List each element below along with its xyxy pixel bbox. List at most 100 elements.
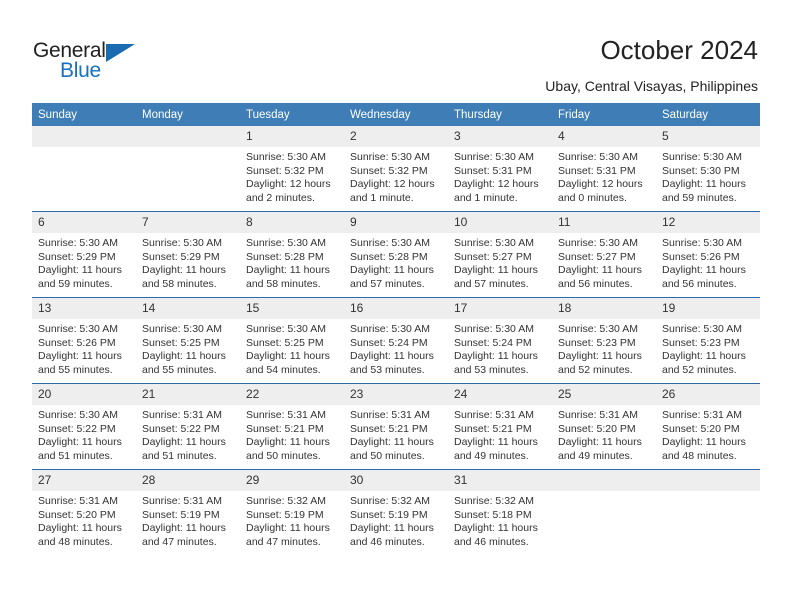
calendar-day-cell[interactable]: 31 Sunrise: 5:32 AM Sunset: 5:18 PM Dayligh… — [448, 469, 552, 555]
calendar-day-cell[interactable]: 6 Sunrise: 5:30 AM Sunset: 5:29 PM Daylight… — [32, 211, 136, 298]
day-details: Sunrise: 5:30 AM Sunset: 5:31 PM Daylight:… — [552, 147, 656, 205]
calendar-page: General Blue October 2024 Ubay, Central … — [0, 0, 792, 612]
calendar-day-cell[interactable]: 24 Sunrise: 5:31 AM Sunset: 5:21 PM Dayligh… — [448, 383, 552, 470]
calendar-day-cell[interactable]: 5 Sunrise: 5:30 AM Sunset: 5:30 PM Daylight… — [656, 126, 760, 212]
calendar-day-cell[interactable]: 10 Sunrise: 5:30 AM Sunset: 5:27 PM Dayligh… — [448, 211, 552, 298]
calendar-empty-cell — [136, 126, 240, 212]
sunrise-text: Sunrise: 5:30 AM — [454, 237, 534, 249]
day-details: Sunrise: 5:31 AM Sunset: 5:21 PM Daylight:… — [240, 405, 344, 463]
day-number: 15 — [240, 298, 344, 319]
weekday-header-wednesday: Wednesday — [344, 103, 448, 126]
calendar-day-cell[interactable]: 16 Sunrise: 5:30 AM Sunset: 5:24 PM Dayligh… — [344, 297, 448, 384]
sunset-text: Sunset: 5:29 PM — [38, 250, 116, 263]
day-number: 28 — [136, 470, 240, 491]
weekday-header-monday: Monday — [136, 103, 240, 126]
daylight-text: Daylight: 12 hours and 1 minute. — [350, 178, 435, 204]
sunrise-text: Sunrise: 5:30 AM — [662, 237, 742, 249]
sunset-text: Sunset: 5:31 PM — [454, 164, 532, 177]
calendar-day-cell[interactable]: 21 Sunrise: 5:31 AM Sunset: 5:22 PM Dayligh… — [136, 383, 240, 470]
calendar-day-cell[interactable]: 9 Sunrise: 5:30 AM Sunset: 5:28 PM Daylight… — [344, 211, 448, 298]
calendar-day-cell[interactable]: 26 Sunrise: 5:31 AM Sunset: 5:20 PM Dayligh… — [656, 383, 760, 470]
calendar-day-cell[interactable]: 28 Sunrise: 5:31 AM Sunset: 5:19 PM Dayligh… — [136, 469, 240, 555]
sunrise-text: Sunrise: 5:30 AM — [454, 323, 534, 335]
day-details: Sunrise: 5:30 AM Sunset: 5:25 PM Daylight:… — [136, 319, 240, 377]
sunrise-text: Sunrise: 5:31 AM — [454, 409, 534, 421]
daylight-text: Daylight: 11 hours and 52 minutes. — [662, 350, 746, 376]
calendar-week-row: 20 Sunrise: 5:30 AM Sunset: 5:22 PM Dayligh… — [32, 383, 760, 470]
sunrise-text: Sunrise: 5:31 AM — [350, 409, 430, 421]
sunrise-text: Sunrise: 5:30 AM — [38, 409, 118, 421]
day-number: 29 — [240, 470, 344, 491]
day-details: Sunrise: 5:31 AM Sunset: 5:20 PM Daylight:… — [552, 405, 656, 463]
daylight-text: Daylight: 11 hours and 56 minutes. — [662, 264, 746, 290]
calendar-body: 1 Sunrise: 5:30 AM Sunset: 5:32 PM Daylight… — [32, 126, 760, 555]
sunset-text: Sunset: 5:27 PM — [454, 250, 532, 263]
calendar-day-cell[interactable]: 27 Sunrise: 5:31 AM Sunset: 5:20 PM Dayligh… — [32, 469, 136, 555]
page-subtitle: Ubay, Central Visayas, Philippines — [545, 78, 758, 94]
daylight-text: Daylight: 11 hours and 50 minutes. — [350, 436, 434, 462]
sunset-text: Sunset: 5:21 PM — [246, 422, 324, 435]
day-details: Sunrise: 5:31 AM Sunset: 5:22 PM Daylight:… — [136, 405, 240, 463]
sunrise-text: Sunrise: 5:30 AM — [38, 237, 118, 249]
calendar-day-cell[interactable]: 11 Sunrise: 5:30 AM Sunset: 5:27 PM Dayligh… — [552, 211, 656, 298]
day-details: Sunrise: 5:30 AM Sunset: 5:22 PM Daylight:… — [32, 405, 136, 463]
sunset-text: Sunset: 5:26 PM — [38, 336, 116, 349]
calendar-day-cell[interactable]: 30 Sunrise: 5:32 AM Sunset: 5:19 PM Dayligh… — [344, 469, 448, 555]
calendar-day-cell[interactable]: 17 Sunrise: 5:30 AM Sunset: 5:24 PM Dayligh… — [448, 297, 552, 384]
calendar-day-cell[interactable]: 13 Sunrise: 5:30 AM Sunset: 5:26 PM Dayligh… — [32, 297, 136, 384]
daylight-text: Daylight: 11 hours and 58 minutes. — [246, 264, 330, 290]
calendar-day-cell[interactable]: 22 Sunrise: 5:31 AM Sunset: 5:21 PM Dayligh… — [240, 383, 344, 470]
sunrise-text: Sunrise: 5:32 AM — [454, 495, 534, 507]
day-details: Sunrise: 5:30 AM Sunset: 5:26 PM Daylight:… — [32, 319, 136, 377]
sunset-text: Sunset: 5:31 PM — [558, 164, 636, 177]
calendar-day-cell[interactable]: 14 Sunrise: 5:30 AM Sunset: 5:25 PM Dayligh… — [136, 297, 240, 384]
day-details: Sunrise: 5:32 AM Sunset: 5:19 PM Daylight:… — [240, 491, 344, 549]
calendar-day-cell[interactable]: 2 Sunrise: 5:30 AM Sunset: 5:32 PM Daylight… — [344, 126, 448, 212]
page-header: General Blue October 2024 Ubay, Central … — [0, 0, 792, 100]
calendar-day-cell[interactable]: 1 Sunrise: 5:30 AM Sunset: 5:32 PM Daylight… — [240, 126, 344, 212]
day-number: 21 — [136, 384, 240, 405]
day-number — [656, 470, 760, 491]
day-number: 3 — [448, 126, 552, 147]
day-number: 17 — [448, 298, 552, 319]
calendar-day-cell[interactable]: 4 Sunrise: 5:30 AM Sunset: 5:31 PM Daylight… — [552, 126, 656, 212]
calendar-header-row: Sunday Monday Tuesday Wednesday Thursday… — [32, 103, 760, 126]
sunrise-text: Sunrise: 5:32 AM — [350, 495, 430, 507]
calendar-day-cell[interactable]: 18 Sunrise: 5:30 AM Sunset: 5:23 PM Dayligh… — [552, 297, 656, 384]
calendar-day-cell[interactable]: 23 Sunrise: 5:31 AM Sunset: 5:21 PM Dayligh… — [344, 383, 448, 470]
daylight-text: Daylight: 11 hours and 59 minutes. — [38, 264, 122, 290]
day-number: 10 — [448, 212, 552, 233]
day-number: 4 — [552, 126, 656, 147]
daylight-text: Daylight: 11 hours and 49 minutes. — [454, 436, 538, 462]
day-details: Sunrise: 5:31 AM Sunset: 5:21 PM Daylight:… — [448, 405, 552, 463]
sunset-text: Sunset: 5:21 PM — [454, 422, 532, 435]
weekday-header-thursday: Thursday — [448, 103, 552, 126]
day-number: 24 — [448, 384, 552, 405]
calendar-day-cell[interactable]: 25 Sunrise: 5:31 AM Sunset: 5:20 PM Dayligh… — [552, 383, 656, 470]
calendar-day-cell[interactable]: 12 Sunrise: 5:30 AM Sunset: 5:26 PM Dayligh… — [656, 211, 760, 298]
sunset-text: Sunset: 5:20 PM — [558, 422, 636, 435]
sunrise-text: Sunrise: 5:31 AM — [558, 409, 638, 421]
calendar-day-cell[interactable]: 3 Sunrise: 5:30 AM Sunset: 5:31 PM Daylight… — [448, 126, 552, 212]
sunrise-text: Sunrise: 5:30 AM — [454, 151, 534, 163]
calendar-day-cell[interactable]: 19 Sunrise: 5:30 AM Sunset: 5:23 PM Dayligh… — [656, 297, 760, 384]
day-details: Sunrise: 5:31 AM Sunset: 5:20 PM Daylight:… — [32, 491, 136, 549]
general-blue-logo[interactable]: General Blue — [33, 39, 153, 83]
sunset-text: Sunset: 5:23 PM — [662, 336, 740, 349]
calendar-day-cell[interactable]: 20 Sunrise: 5:30 AM Sunset: 5:22 PM Dayligh… — [32, 383, 136, 470]
day-details: Sunrise: 5:30 AM Sunset: 5:23 PM Daylight:… — [656, 319, 760, 377]
calendar-day-cell[interactable]: 7 Sunrise: 5:30 AM Sunset: 5:29 PM Daylight… — [136, 211, 240, 298]
calendar-day-cell[interactable]: 8 Sunrise: 5:30 AM Sunset: 5:28 PM Daylight… — [240, 211, 344, 298]
weekday-header-saturday: Saturday — [656, 103, 760, 126]
sunset-text: Sunset: 5:24 PM — [454, 336, 532, 349]
sunset-text: Sunset: 5:19 PM — [142, 508, 220, 521]
sunset-text: Sunset: 5:32 PM — [246, 164, 324, 177]
day-details: Sunrise: 5:30 AM Sunset: 5:27 PM Daylight:… — [448, 233, 552, 291]
sunset-text: Sunset: 5:22 PM — [142, 422, 220, 435]
day-number: 16 — [344, 298, 448, 319]
day-number — [136, 126, 240, 147]
calendar-day-cell[interactable]: 15 Sunrise: 5:30 AM Sunset: 5:25 PM Dayligh… — [240, 297, 344, 384]
calendar-day-cell[interactable]: 29 Sunrise: 5:32 AM Sunset: 5:19 PM Dayligh… — [240, 469, 344, 555]
day-number: 18 — [552, 298, 656, 319]
calendar-week-row: 27 Sunrise: 5:31 AM Sunset: 5:20 PM Dayligh… — [32, 469, 760, 555]
